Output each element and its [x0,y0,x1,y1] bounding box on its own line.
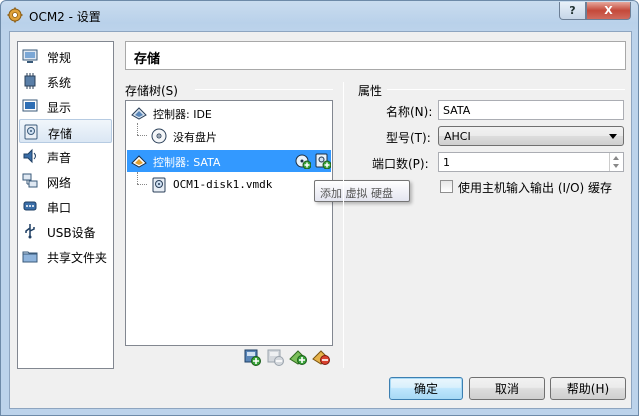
monitor-general-icon [22,49,38,63]
type-value: AHCI [444,130,471,143]
host-io-cache-checkbox[interactable] [440,180,453,193]
help-title-button[interactable]: ? [559,2,586,20]
panel-divider [343,82,344,368]
sidebar-item-label: 声音 [47,151,72,165]
gear-icon [7,7,23,23]
settings-sidebar: 常规 系统 显示 存储 声音 网络 串口 USB设备 共享文件夹 [17,41,114,369]
tree-row-hard-disk[interactable]: OCM1-disk1.vmdk [127,174,331,196]
name-value: SATA [443,104,471,117]
sidebar-item-serial[interactable]: 串口 [19,194,112,218]
help-button[interactable]: 帮助(H) [550,377,626,400]
add-hard-disk-icon[interactable] [315,153,331,169]
tree-row-empty-disc[interactable]: 没有盘片 [127,125,331,147]
remove-attachment-icon[interactable] [312,348,330,366]
sidebar-item-label: 显示 [47,101,72,115]
storage-disk-icon [24,124,38,140]
sidebar-item-label: 共享文件夹 [47,251,108,265]
ide-controller-icon [131,107,147,120]
spin-arrows-icon[interactable] [609,153,623,171]
serial-port-icon [23,201,37,211]
storage-tree[interactable]: 控制器: IDE 没有盘片 控制器: SATA OCM1-disk1.vmdk [125,100,333,346]
ok-button[interactable]: 确定 [389,377,463,400]
type-select[interactable]: AHCI [438,126,624,146]
add-attachment-icon[interactable] [289,348,307,366]
shared-folder-icon [22,251,38,263]
tooltip: 添加 虚拟 硬盘 [314,180,410,202]
remove-controller-icon[interactable] [266,348,284,366]
dialog-body: 常规 系统 显示 存储 声音 网络 串口 USB设备 共享文件夹 存储 存储树(… [9,31,632,409]
name-label: 名称(N): [386,105,433,119]
optical-disc-icon [151,128,167,144]
speaker-audio-icon [23,148,36,164]
cancel-button[interactable]: 取消 [469,377,545,400]
sidebar-item-general[interactable]: 常规 [19,44,112,68]
ports-label: 端口数(P): [372,157,429,171]
chevron-down-icon [609,134,617,139]
sidebar-item-label: 串口 [47,201,72,215]
page-title-box: 存储 [125,41,626,70]
sidebar-item-label: 常规 [47,51,72,65]
close-button[interactable]: X [586,2,631,20]
ports-spinbox[interactable]: 1 [438,152,624,172]
sidebar-item-audio[interactable]: 声音 [19,144,112,168]
hard-disk-icon [152,177,166,193]
attributes-label: 属性 [358,84,383,98]
sidebar-item-usb[interactable]: USB设备 [19,219,112,243]
chip-system-icon [24,73,36,89]
divider [195,89,333,90]
network-icon [22,173,38,188]
usb-icon [25,224,35,239]
sidebar-item-system[interactable]: 系统 [19,69,112,93]
display-icon [22,99,38,112]
tree-row-sata-controller[interactable]: 控制器: SATA [127,150,331,172]
add-controller-icon[interactable] [243,348,261,366]
sidebar-item-label: 网络 [47,176,72,190]
sidebar-item-shared-folders[interactable]: 共享文件夹 [19,244,112,268]
storage-tree-label: 存储树(S) [125,84,178,98]
page-title: 存储 [134,52,161,67]
tree-row-label: OCM1-disk1.vmdk [173,178,273,191]
host-io-cache-label: 使用主机输入输出 (I/O) 缓存 [458,181,613,195]
tooltip-text: 添加 虚拟 硬盘 [320,187,393,200]
tree-row-label: 没有盘片 [173,131,217,144]
name-field[interactable]: SATA [438,100,624,120]
settings-window: OCM2 - 设置 ? X 常规 系统 显示 存储 声音 网络 串口 USB设备… [0,0,639,416]
tree-row-ide-controller[interactable]: 控制器: IDE [127,102,331,124]
sidebar-item-label: USB设备 [47,226,96,240]
sidebar-item-display[interactable]: 显示 [19,94,112,118]
divider [387,89,625,90]
tree-row-label: 控制器: SATA [153,156,221,169]
sidebar-item-storage[interactable]: 存储 [19,119,112,143]
add-optical-drive-icon[interactable] [295,153,311,169]
ports-value: 1 [443,156,450,169]
sidebar-item-label: 系统 [47,76,72,90]
type-label: 型号(T): [386,131,431,145]
window-title: OCM2 - 设置 [29,10,101,24]
sidebar-item-label: 存储 [48,127,73,141]
title-bar[interactable]: OCM2 - 设置 ? X [1,1,638,31]
tree-row-label: 控制器: IDE [153,108,212,121]
sata-controller-icon [131,155,147,168]
sidebar-item-network[interactable]: 网络 [19,169,112,193]
